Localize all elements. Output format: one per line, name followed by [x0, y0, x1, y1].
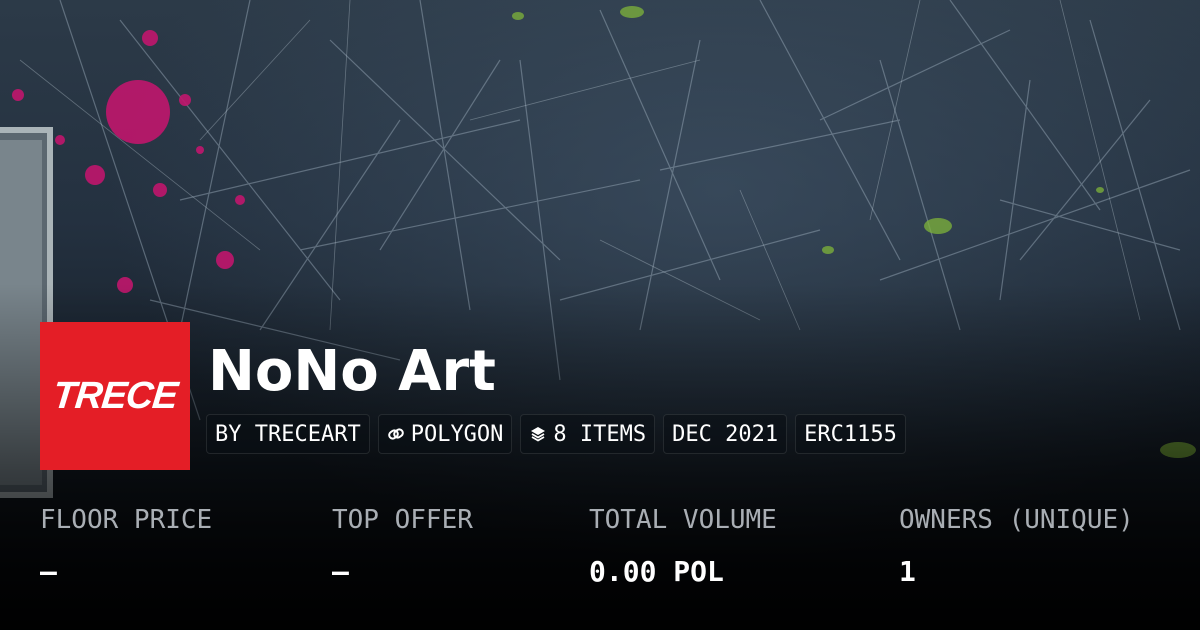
collection-title: NoNo Art: [208, 339, 496, 404]
logo-text: TRECE: [50, 374, 180, 417]
chain-chip[interactable]: POLYGON: [377, 414, 513, 454]
created-date-label: DEC 2021: [672, 421, 779, 447]
collection-stats: FLOOR PRICE – TOP OFFER – TOTAL VOLUME 0…: [0, 500, 1200, 610]
created-date-chip: DEC 2021: [663, 414, 788, 454]
stat-floor-price: FLOOR PRICE –: [40, 500, 212, 604]
stat-label: TOP OFFER: [332, 505, 473, 535]
stat-value: 0.00 POL: [589, 555, 724, 588]
stat-label: OWNERS (UNIQUE): [899, 505, 1134, 535]
collection-logo: TRECE: [40, 322, 190, 470]
stat-value: 1: [899, 555, 916, 588]
stat-label: TOTAL VOLUME: [589, 505, 777, 535]
chain-label: POLYGON: [410, 421, 504, 447]
token-standard-label: ERC1155: [804, 421, 897, 447]
stat-label: FLOOR PRICE: [40, 505, 213, 535]
stat-value: –: [40, 555, 57, 588]
collection-meta-chips: BY TRECEART POLYGON 8 ITEMS DEC 2021 ERC…: [206, 414, 906, 454]
items-label: 8 ITEMS: [553, 421, 647, 447]
stat-owners: OWNERS (UNIQUE) 1: [899, 500, 1134, 604]
token-standard-chip: ERC1155: [795, 414, 906, 454]
creator-chip[interactable]: BY TRECEART: [206, 414, 370, 454]
stat-total-volume: TOTAL VOLUME 0.00 POL: [589, 500, 777, 604]
stat-value: –: [332, 555, 349, 588]
creator-label: BY TRECEART: [215, 421, 361, 447]
stat-top-offer: TOP OFFER –: [332, 500, 473, 604]
items-chip[interactable]: 8 ITEMS: [520, 414, 656, 454]
layers-icon: [529, 425, 547, 443]
link-icon: [387, 425, 405, 443]
